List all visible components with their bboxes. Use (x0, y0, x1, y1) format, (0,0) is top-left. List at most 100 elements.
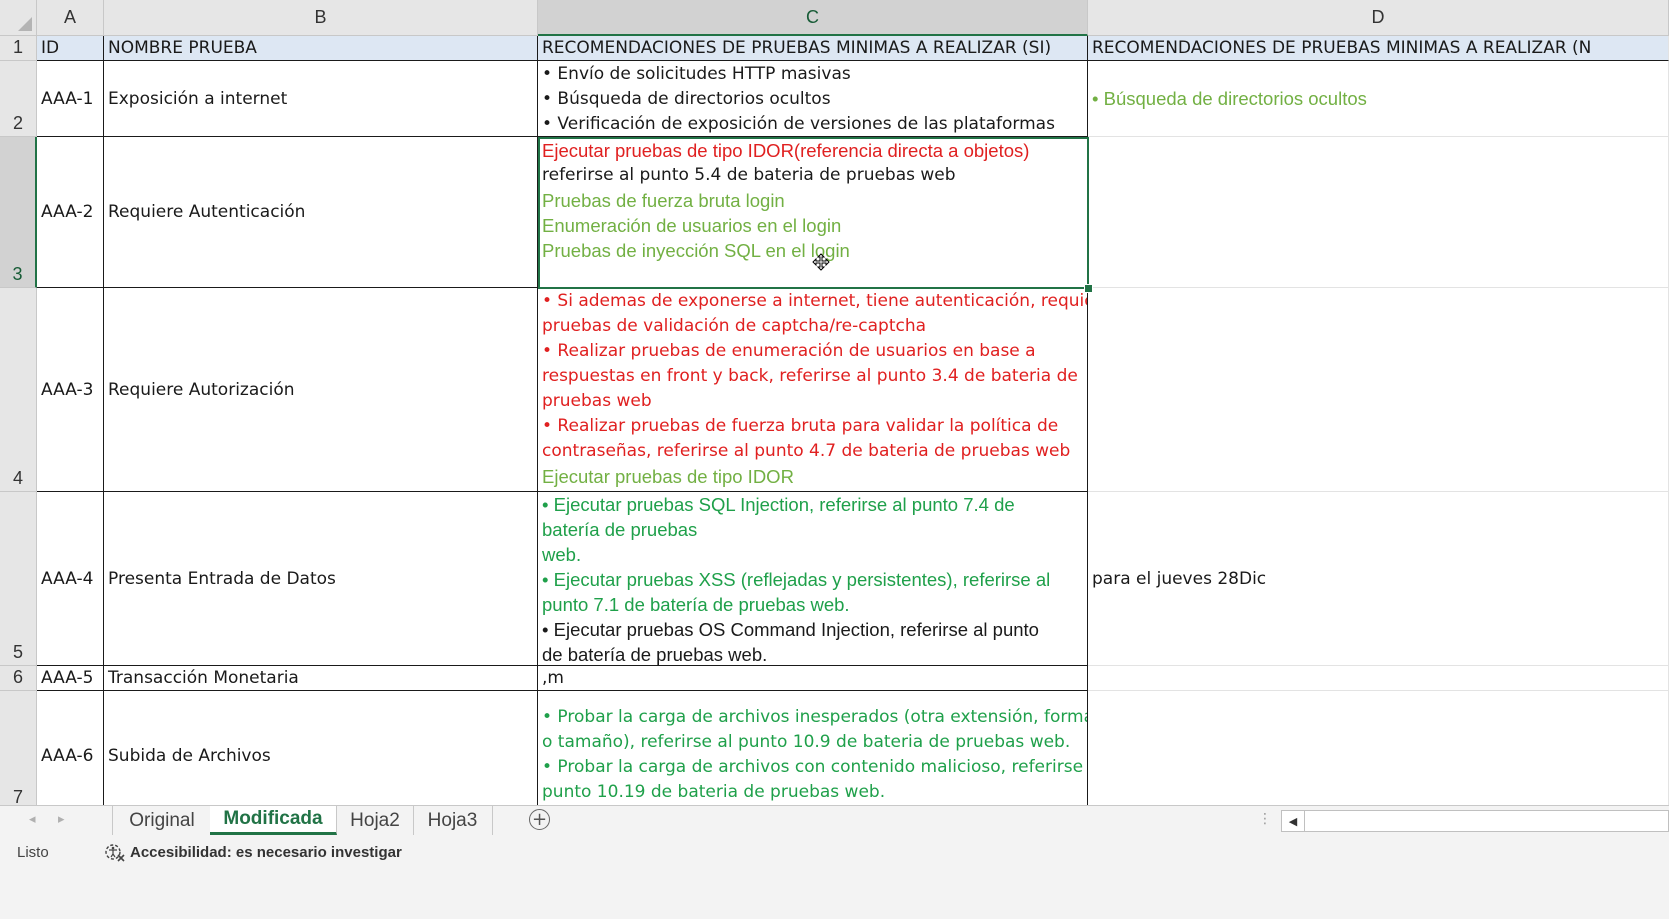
d-note: • Búsqueda de directorios ocultos (1092, 87, 1367, 109)
header-recommendations-no: RECOMENDACIONES DE PRUEBAS MINIMAS A REA… (1092, 38, 1592, 58)
row-id: AAA-5 (41, 668, 94, 688)
recommendation-line: pruebas de validación de captcha/re-capt… (542, 316, 927, 336)
recommendation-line: o tamaño), referirse al punto 10.9 de ba… (542, 732, 1071, 752)
recommendation-line: batería de pruebas (542, 519, 698, 540)
recommendation-line: punto 7.1 de batería de pruebas web. (542, 594, 850, 615)
cell-d3[interactable] (1088, 137, 1669, 288)
cell-b1[interactable]: NOMBRE PRUEBA (104, 36, 538, 61)
cell-d4[interactable] (1088, 288, 1669, 492)
status-ready: Listo (17, 844, 49, 861)
fill-handle[interactable] (1084, 284, 1093, 293)
cell-d7[interactable] (1088, 691, 1669, 821)
recommendation-line: • Ejecutar pruebas OS Command Injection,… (542, 619, 1039, 640)
cell-c6[interactable]: ,m (538, 666, 1088, 691)
column-header-c[interactable]: C (538, 0, 1088, 36)
row-name: Exposición a internet (108, 88, 288, 109)
cell-a5[interactable]: AAA-4 (37, 492, 104, 666)
cell-b7[interactable]: Subida de Archivos (104, 691, 538, 821)
accessibility-button[interactable]: Accesibilidad: es necesario investigar (104, 842, 402, 862)
recommendation-line: Ejecutar pruebas de tipo IDOR(referencia… (542, 140, 1030, 161)
cell-c2[interactable]: • Envío de solicitudes HTTP masivas • Bú… (538, 61, 1088, 137)
recommendation-line: Ejecutar pruebas de tipo IDOR (542, 466, 794, 487)
cell-a4[interactable]: AAA-3 (37, 288, 104, 492)
column-header-b[interactable]: B (104, 0, 538, 36)
row-header-6[interactable]: 6 (0, 666, 37, 691)
cell-b5[interactable]: Presenta Entrada de Datos (104, 492, 538, 666)
cell-b3[interactable]: Requiere Autenticación (104, 137, 538, 288)
recommendation-line: web. (542, 544, 582, 565)
horizontal-scrollbar[interactable]: ◀ (1281, 810, 1669, 832)
recommendation-line: de batería de pruebas web. (542, 644, 768, 665)
column-header-d[interactable]: D (1088, 0, 1669, 36)
cell-d1[interactable]: RECOMENDACIONES DE PRUEBAS MINIMAS A REA… (1088, 36, 1669, 61)
next-sheet-icon[interactable]: ▸ (58, 812, 65, 827)
cell-c5[interactable]: • Ejecutar pruebas SQL Injection, referi… (538, 492, 1088, 666)
move-cursor-icon (812, 253, 830, 271)
row-id: AAA-1 (41, 88, 94, 109)
cell-a6[interactable]: AAA-5 (37, 666, 104, 691)
tab-modificada[interactable]: Modificada (210, 806, 337, 835)
row-name: Requiere Autenticación (108, 202, 306, 222)
recommendation-line: • Ejecutar pruebas SQL Injection, referi… (542, 494, 1015, 515)
recommendation-line: • Realizar pruebas de enumeración de usu… (542, 341, 1036, 361)
recommendation-line: punto 10.19 de bateria de pruebas web. (542, 782, 886, 802)
cell-a1[interactable]: ID (37, 36, 104, 61)
row-header-2[interactable]: 2 (0, 61, 37, 137)
prev-sheet-icon[interactable]: ◂ (29, 812, 36, 827)
recommendation-line: • Probar la carga de archivos con conten… (542, 757, 1088, 777)
add-sheet-icon[interactable]: + (529, 809, 550, 830)
cell-d5[interactable]: para el jueves 28Dic (1088, 492, 1669, 666)
recommendation-line: • Si ademas de exponerse a internet, tie… (542, 291, 1088, 311)
column-header-a[interactable]: A (37, 0, 104, 36)
row-header-1[interactable]: 1 (0, 36, 37, 61)
recommendation-line: respuestas en front y back, referirse al… (542, 366, 1078, 386)
recommendation-line: pruebas web (542, 391, 652, 411)
sheet-tab-bar: ◂ ▸ Original Modificada Hoja2 Hoja3 + ⋮ … (0, 805, 1669, 836)
cell-c7[interactable]: • Probar la carga de archivos inesperado… (538, 691, 1088, 821)
row-name: Presenta Entrada de Datos (108, 568, 336, 589)
cell-b6[interactable]: Transacción Monetaria (104, 666, 538, 691)
recommendation-line: Enumeración de usuarios en el login (542, 215, 842, 236)
cell-d2[interactable]: • Búsqueda de directorios ocultos (1088, 61, 1669, 137)
splitter-handle-icon[interactable]: ⋮ (1258, 811, 1272, 827)
tab-original[interactable]: Original (112, 806, 212, 835)
row-id: AAA-3 (41, 379, 94, 400)
recommendation-line: • Verificación de exposición de versione… (542, 114, 1055, 134)
header-id: ID (41, 38, 60, 58)
recommendation-line: Pruebas de fuerza bruta login (542, 190, 785, 211)
tab-hoja3[interactable]: Hoja3 (413, 806, 493, 835)
row-id: AAA-2 (41, 202, 94, 222)
row-name: Requiere Autorización (108, 379, 295, 400)
recommendation-line: • Probar la carga de archivos inesperado… (542, 707, 1088, 727)
row-header-5[interactable]: 5 (0, 492, 37, 666)
recommendation-line: referirse al punto 5.4 de bateria de pru… (542, 165, 956, 185)
cell-b4[interactable]: Requiere Autorización (104, 288, 538, 492)
cell-a2[interactable]: AAA-1 (37, 61, 104, 137)
recommendation-line: • Búsqueda de directorios ocultos (542, 89, 831, 109)
header-name: NOMBRE PRUEBA (108, 38, 257, 58)
cell-a3[interactable]: AAA-2 (37, 137, 104, 288)
row-name: Transacción Monetaria (108, 668, 299, 688)
cell-c4[interactable]: • Si ademas de exponerse a internet, tie… (538, 288, 1088, 492)
header-recommendations-si: RECOMENDACIONES DE PRUEBAS MINIMAS A REA… (542, 38, 1052, 58)
cell-d6[interactable] (1088, 666, 1669, 691)
scroll-left-icon[interactable]: ◀ (1282, 811, 1305, 831)
row-id: AAA-6 (41, 745, 94, 766)
accessibility-label: Accesibilidad: es necesario investigar (130, 843, 402, 861)
select-all-button[interactable] (0, 0, 37, 36)
status-bar: Listo Accesibilidad: es necesario invest… (0, 836, 1669, 919)
cell-a7[interactable]: AAA-6 (37, 691, 104, 821)
row-name: Subida de Archivos (108, 745, 271, 766)
cell-b2[interactable]: Exposición a internet (104, 61, 538, 137)
spreadsheet-grid: A B C D 1 2 3 4 5 6 7 ID NOMBRE PRUEBA R… (0, 0, 1669, 857)
row-header-7[interactable]: 7 (0, 691, 37, 811)
row-header-4[interactable]: 4 (0, 288, 37, 492)
row-header-3[interactable]: 3 (0, 137, 37, 288)
tab-hoja2[interactable]: Hoja2 (337, 806, 414, 835)
recommendation-line: • Realizar pruebas de fuerza bruta para … (542, 416, 1059, 436)
select-all-triangle-icon (18, 17, 32, 31)
cell-c1[interactable]: RECOMENDACIONES DE PRUEBAS MINIMAS A REA… (538, 36, 1088, 61)
accessibility-icon (105, 844, 125, 862)
recommendation-line: • Ejecutar pruebas XSS (reflejadas y per… (542, 569, 1051, 590)
row-id: AAA-4 (41, 568, 94, 589)
